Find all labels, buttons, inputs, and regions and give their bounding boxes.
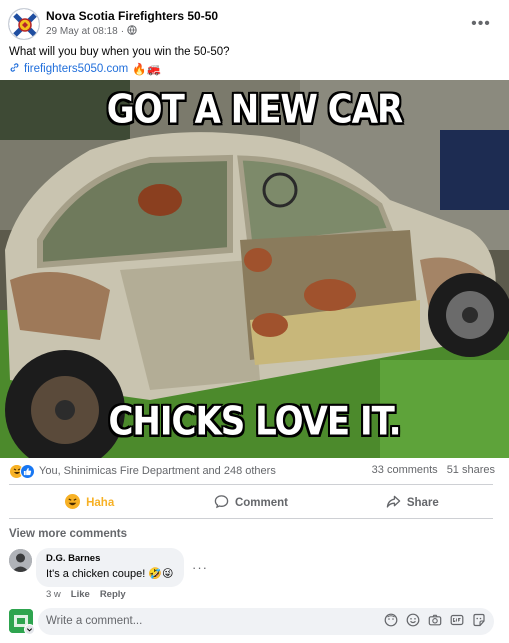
haha-label: Haha	[86, 497, 115, 509]
post-meta: 29 May at 08:18 ·	[46, 25, 137, 38]
page-avatar[interactable]	[8, 8, 40, 40]
divider	[9, 484, 493, 485]
comment-like-button[interactable]: Like	[71, 589, 90, 600]
haha-icon	[65, 494, 81, 512]
comment-input[interactable]: Write a comment...	[38, 608, 494, 635]
meme-top-text: GOT A NEW CAR	[106, 87, 403, 133]
share-label: Share	[406, 497, 439, 509]
reaction-icons	[9, 463, 35, 479]
post-link-line: firefighters5050.com 🔥🚒	[9, 62, 161, 76]
share-button[interactable]: Share	[332, 488, 493, 518]
comment-meta: 3 w Like Reply	[46, 589, 126, 600]
comment-reply-button[interactable]: Reply	[100, 589, 126, 600]
comment-icon	[214, 494, 229, 512]
meme-bottom-text: CHICKS LOVE IT.	[108, 399, 401, 445]
comment-more-icon[interactable]: ···	[192, 560, 208, 575]
comment-input-placeholder: Write a comment...	[46, 615, 143, 627]
post-header: Nova Scotia Firefighters 50-50 29 May at…	[8, 8, 501, 40]
chevron-down-icon[interactable]	[24, 624, 35, 635]
link-icon	[9, 62, 20, 76]
post-link[interactable]: firefighters5050.com	[24, 63, 128, 75]
shares-count[interactable]: 51 shares	[447, 464, 495, 476]
page-name[interactable]: Nova Scotia Firefighters 50-50	[46, 9, 218, 23]
comment-bubble: D.G. Barnes It's a chicken coupe! 🤣😜	[36, 548, 184, 587]
post-caption: What will you buy when you win the 50-50…	[9, 46, 230, 58]
share-icon	[386, 494, 401, 512]
globe-icon	[127, 25, 137, 38]
comment-text: It's a chicken coupe!	[46, 567, 146, 580]
facebook-post: Nova Scotia Firefighters 50-50 29 May at…	[0, 0, 509, 643]
post-actions: Haha Comment Share	[9, 488, 493, 518]
composer-icons	[384, 613, 486, 627]
divider	[9, 518, 493, 519]
gif-icon[interactable]	[450, 613, 464, 627]
comment-label: Comment	[234, 497, 288, 509]
reactions-summary[interactable]: You, Shinimicas Fire Department and 248 …	[9, 463, 276, 479]
engagement-counts: 33 comments 51 shares	[372, 464, 495, 476]
reactions-text: You, Shinimicas Fire Department and 248 …	[39, 465, 276, 477]
comment-author[interactable]: D.G. Barnes	[46, 553, 174, 564]
comment-age[interactable]: 3 w	[46, 589, 61, 600]
sticker-icon[interactable]	[472, 613, 486, 627]
haha-button[interactable]: Haha	[9, 488, 170, 518]
comment-emojis: 🤣😜	[148, 568, 174, 580]
comment-text-row: It's a chicken coupe! 🤣😜	[46, 567, 174, 581]
comments-count[interactable]: 33 comments	[372, 464, 438, 476]
like-reaction-icon	[20, 463, 35, 479]
comment-button[interactable]: Comment	[170, 488, 331, 518]
avatar-sticker-icon[interactable]	[384, 613, 398, 627]
camera-icon[interactable]	[428, 613, 442, 627]
more-horizontal-icon[interactable]: •••	[469, 12, 493, 36]
post-timestamp[interactable]: 29 May at 08:18	[46, 26, 118, 37]
view-more-comments[interactable]: View more comments	[9, 528, 127, 540]
emoji-icon[interactable]	[406, 613, 420, 627]
fire-engine-emojis: 🔥🚒	[132, 64, 161, 76]
commenter-avatar[interactable]	[9, 549, 32, 572]
post-image[interactable]: GOT A NEW CAR CHICKS LOVE IT.	[0, 80, 509, 458]
